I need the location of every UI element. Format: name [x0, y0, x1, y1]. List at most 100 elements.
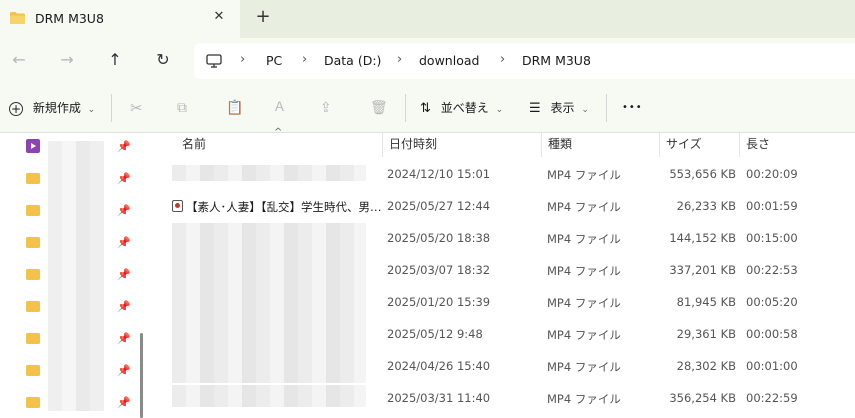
chevron-right-icon: › [500, 52, 506, 67]
sort-button[interactable]: ⇅ 並べ替え ⌄ [420, 98, 503, 118]
view-list-icon: ☰ [529, 101, 541, 116]
chevron-down-icon: ⌄ [87, 105, 96, 115]
obscured-region [172, 223, 366, 383]
column-header-type[interactable]: 種類 [542, 133, 660, 157]
pin-icon[interactable]: 📌 [117, 396, 131, 409]
view-button-label: 表示 [550, 101, 575, 115]
paste-icon[interactable]: 📋 [226, 98, 243, 118]
file-date: 2025/03/31 11:40 [387, 391, 491, 405]
copy-icon[interactable]: ⧉ [177, 98, 187, 118]
pin-icon[interactable]: 📌 [117, 204, 131, 217]
sidebar-scrollbar[interactable] [140, 333, 143, 418]
view-button[interactable]: ☰ 表示 ⌄ [529, 98, 589, 118]
folder-icon [26, 269, 40, 280]
file-length: 00:22:59 [746, 391, 798, 405]
tab-bar: DRM M3U8 ✕ + [0, 0, 855, 38]
pin-icon[interactable]: 📌 [117, 140, 131, 153]
file-length: 00:22:53 [746, 263, 798, 277]
chevron-right-icon: › [397, 52, 403, 67]
navigation-bar: ← → ↑ ↻ › PC › Data (D:) › download › DR… [0, 38, 855, 84]
share-icon[interactable]: ⇪ [320, 98, 332, 118]
new-tab-button[interactable]: + [254, 7, 272, 27]
pin-icon[interactable]: 📌 [117, 236, 131, 249]
file-length: 00:15:00 [746, 231, 798, 245]
chevron-right-icon: › [240, 52, 246, 67]
file-length: 00:00:58 [746, 327, 798, 341]
tab-drm-m3u8[interactable]: DRM M3U8 ✕ [0, 0, 240, 38]
breadcrumb-drm-m3u8[interactable]: DRM M3U8 [522, 53, 591, 68]
file-date: 2025/05/20 18:38 [387, 231, 491, 245]
new-button[interactable]: + 新規作成 ⌄ [9, 98, 95, 118]
breadcrumb-pc[interactable]: PC [266, 53, 282, 68]
pin-icon[interactable]: 📌 [117, 172, 131, 185]
file-length: 00:01:59 [746, 199, 798, 213]
column-header-size[interactable]: サイズ [660, 133, 740, 157]
toolbar-divider [111, 94, 112, 122]
file-type: MP4 ファイル [547, 328, 621, 342]
sort-icon: ⇅ [420, 101, 431, 116]
file-size: 26,233 KB [676, 199, 736, 213]
video-file-icon [172, 200, 183, 212]
file-size: 28,302 KB [676, 359, 736, 373]
file-type: MP4 ファイル [547, 360, 621, 374]
back-arrow-icon[interactable]: ← [9, 50, 29, 70]
file-type: MP4 ファイル [547, 392, 621, 406]
file-size: 29,361 KB [676, 327, 736, 341]
file-length: 00:05:20 [746, 295, 798, 309]
pin-icon[interactable]: 📌 [117, 332, 131, 345]
folder-icon [26, 397, 40, 408]
file-type: MP4 ファイル [547, 232, 621, 246]
pin-icon[interactable]: 📌 [117, 364, 131, 377]
file-type: MP4 ファイル [547, 200, 621, 214]
close-icon[interactable]: ✕ [210, 9, 228, 24]
column-header-date[interactable]: 日付時刻 [383, 133, 542, 157]
folder-icon [26, 237, 40, 248]
file-size: 356,254 KB [669, 391, 736, 405]
breadcrumb-data-drive[interactable]: Data (D:) [324, 53, 381, 68]
chevron-down-icon: ⌄ [495, 105, 504, 115]
file-row[interactable]: 【素人･人妻】【乱交】学生時代、男… 2025/05/27 12:44 MP4 … [166, 191, 855, 223]
toolbar-divider [606, 94, 607, 122]
folder-icon [26, 301, 40, 312]
up-arrow-icon[interactable]: ↑ [105, 50, 125, 70]
file-date: 2025/01/20 15:39 [387, 295, 491, 309]
cut-icon[interactable]: ✂ [130, 98, 143, 118]
chevron-right-icon: › [302, 52, 308, 67]
file-size: 553,656 KB [669, 167, 736, 181]
folder-icon [26, 205, 40, 216]
pin-icon[interactable]: 📌 [117, 300, 131, 313]
delete-icon[interactable]: 🗑 [370, 98, 388, 118]
file-type: MP4 ファイル [547, 168, 621, 182]
folder-icon [26, 365, 40, 376]
sort-button-label: 並べ替え [440, 101, 489, 115]
command-toolbar: + 新規作成 ⌄ ✂ ⧉ 📋 Ａ ⇪ 🗑 ⇅ 並べ替え ⌄ ☰ 表示 ⌄ ••• [0, 84, 855, 133]
file-list: ^ 名前 日付時刻 種類 サイズ 長さ 2024/12/10 15:01 MP4… [148, 127, 855, 418]
file-name: 【素人･人妻】【乱交】学生時代、男… [186, 200, 382, 214]
forward-arrow-icon[interactable]: → [57, 50, 77, 70]
folder-icon [26, 333, 40, 344]
file-type: MP4 ファイル [547, 296, 621, 310]
file-date: 2025/05/12 9:48 [387, 327, 483, 341]
file-size: 337,201 KB [669, 263, 736, 277]
obscured-region [172, 385, 366, 407]
refresh-icon[interactable]: ↻ [153, 50, 173, 70]
folder-icon [26, 173, 40, 184]
file-date: 2024/12/10 15:01 [387, 167, 491, 181]
obscured-region [172, 165, 366, 181]
file-date: 2024/04/26 15:40 [387, 359, 491, 373]
column-header-name[interactable]: 名前 [176, 133, 383, 157]
file-type: MP4 ファイル [547, 264, 621, 278]
breadcrumb-download[interactable]: download [419, 53, 479, 68]
monitor-icon [206, 54, 222, 68]
address-bar[interactable]: › PC › Data (D:) › download › DRM M3U8 [194, 43, 855, 79]
more-options-icon[interactable]: ••• [622, 98, 643, 118]
pin-icon[interactable]: 📌 [117, 268, 131, 281]
chevron-down-icon: ⌄ [581, 105, 589, 115]
plus-circle-icon: + [9, 101, 23, 116]
file-date: 2025/05/27 12:44 [387, 199, 491, 213]
toolbar-divider [405, 94, 406, 122]
column-header-length[interactable]: 長さ [740, 133, 855, 157]
file-length: 00:20:09 [746, 167, 798, 181]
file-length: 00:01:00 [746, 359, 798, 373]
rename-icon[interactable]: Ａ [273, 98, 286, 118]
